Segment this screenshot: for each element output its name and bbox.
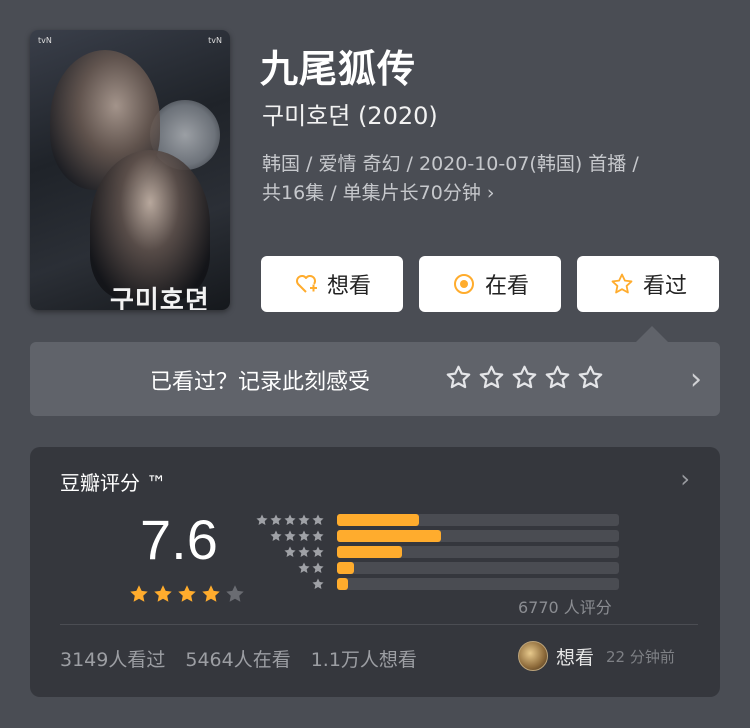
want-button-label: 想看 [326,274,371,299]
rating-score: 7.6 [140,508,218,571]
divider [60,624,698,625]
poster-brand-left: tvN [38,36,52,45]
small-star-icon [312,530,324,541]
target-icon [451,271,477,297]
rating-stars [128,583,246,605]
star-filled-icon [178,585,196,602]
small-star-icon [284,514,296,525]
distribution-track [337,562,619,574]
star-outline-icon[interactable] [511,364,538,391]
small-star-icon [284,530,296,541]
meta-line-2: 共16集 / 单集片长70分钟 › [262,179,712,208]
star-outline-icon[interactable] [577,364,604,391]
distribution-stars [269,529,325,543]
distribution-stars [255,513,325,527]
poster-figure-female [90,150,210,300]
small-star-icon [270,530,282,541]
star-filled-icon [130,585,148,602]
avatar [518,641,548,671]
want-button[interactable]: 想看 [261,256,403,312]
watching-count[interactable]: 5464人在看 [185,645,290,672]
small-star-icon [298,514,310,525]
movie-meta[interactable]: 韩国 / 爱情 奇幻 / 2020-10-07(韩国) 首播 / 共16集 / … [262,150,712,208]
star-outline-icon[interactable] [478,364,505,391]
meta-line-1: 韩国 / 爱情 奇幻 / 2020-10-07(韩国) 首播 / [262,153,639,175]
small-star-icon [256,514,268,525]
watched-count[interactable]: 3149人看过 [60,645,165,672]
distribution-bar [337,562,354,574]
heart-plus-icon [293,271,319,297]
watching-button[interactable]: 在看 [419,256,561,312]
movie-poster[interactable]: tvN tvN 구미호뎐 [30,30,230,310]
record-chevron-icon[interactable]: › [690,362,702,397]
star-outline-icon[interactable] [544,364,571,391]
distribution-row-2-star [255,561,635,575]
movie-original-title: 구미호뎐 (2020) [262,102,438,130]
small-star-icon [312,546,324,557]
poster-brand-right: tvN [208,36,222,45]
distribution-bar [337,578,348,590]
douban-rating-card[interactable]: 豆瓣评分 ™ › 7.6 6770 人评分 3149人看过 5464人在看 1.… [30,447,720,697]
small-star-icon [298,546,310,557]
want-count[interactable]: 1.1万人想看 [311,645,417,672]
small-star-icon [312,562,324,573]
distribution-row-3-star [255,545,635,559]
distribution-stars [283,545,325,559]
record-feeling-bar[interactable]: 已看过？记录此刻感受 › [30,342,720,416]
distribution-stars [297,561,325,575]
small-star-icon [298,530,310,541]
small-star-icon [298,562,310,573]
audience-stats: 3149人看过 5464人在看 1.1万人想看 [60,645,417,672]
small-star-icon [312,514,324,525]
small-star-icon [284,546,296,557]
recent-want-time: 22 分钟前 [606,647,675,666]
recent-want-label: 想看 [556,646,595,669]
star-filled-icon [154,585,172,602]
small-star-icon [270,514,282,525]
meta-chevron-icon: › [486,182,495,204]
rating-header: 豆瓣评分 ™ [60,471,167,495]
distribution-row-1-star [255,577,635,591]
poster-title-text: 구미호뎐 [110,286,210,310]
record-star-rating[interactable] [445,364,604,391]
star-empty-icon [226,585,244,602]
star-outline-icon[interactable] [445,364,472,391]
distribution-bar [337,514,419,526]
meta-line-2-text: 共16集 / 单集片长70分钟 [262,182,481,204]
small-star-icon [312,578,324,589]
watched-button-label: 看过 [642,274,687,299]
distribution-row-5-star [255,513,635,527]
distribution-bar [337,546,402,558]
watched-button[interactable]: 看过 [577,256,719,312]
record-pointer [636,326,668,342]
distribution-bar [337,530,441,542]
rating-count: 6770 人评分 [518,598,612,617]
star-filled-icon [202,585,220,602]
distribution-row-4-star [255,529,635,543]
distribution-track [337,578,619,590]
star-outline-icon [609,271,635,297]
rating-chevron-icon[interactable]: › [680,465,690,493]
recent-want-user[interactable]: 想看 22 分钟前 [518,641,675,671]
watching-button-label: 在看 [484,274,529,299]
record-prompt: 已看过？记录此刻感受 [150,370,371,395]
distribution-stars [311,577,325,591]
movie-title: 九尾狐传 [260,47,417,91]
